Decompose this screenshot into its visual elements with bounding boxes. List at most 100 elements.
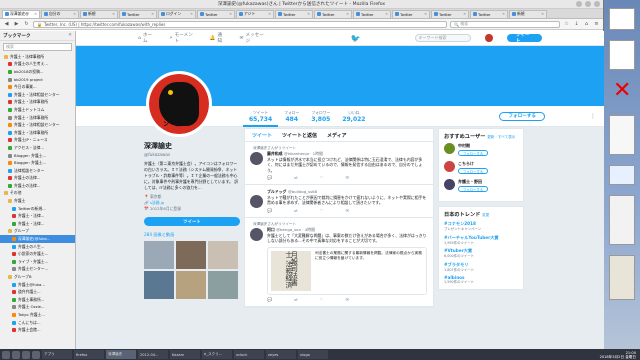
taskbar-task[interactable]: xlogo [298, 350, 328, 359]
bookmark-item[interactable]: bb2018の投稿... [0, 68, 75, 76]
taskbar-task[interactable]: アプリ [42, 350, 72, 359]
bookmark-item[interactable]: 弁護士の人生... [0, 243, 75, 251]
forward-arrow-icon[interactable]: ▶ [13, 21, 20, 28]
browser-tab[interactable]: Twitter ✕ [470, 9, 508, 18]
url-bar[interactable]: 🔒 Twitter, Inc. (US) | https://twitter.c… [33, 20, 447, 28]
bookmark-item[interactable]: 今日の事業... [0, 83, 75, 91]
desktop-window-thumb[interactable] [609, 115, 635, 155]
twitter-bird-icon[interactable]: 🐦 [351, 34, 361, 43]
bookmark-item[interactable]: 弁護士・法律... [0, 220, 75, 228]
window-titlebar[interactable]: 深澤諭史(@fukazawas)さん | Twitterから送信されたツイート … [0, 0, 603, 9]
sidebar-title[interactable]: ブックマーク [3, 33, 31, 39]
taskbar-task[interactable]: firefox [74, 350, 104, 359]
bookmark-item[interactable]: 弁護士の法律... [0, 182, 75, 190]
close-tab-icon[interactable]: ✕ [346, 12, 349, 16]
maximize-button[interactable] [585, 1, 591, 7]
profile-stat[interactable]: フォロワー 3,805 [305, 110, 336, 123]
follow-button[interactable]: フォローする [458, 150, 488, 156]
profile-handle[interactable]: @fukazawas [144, 152, 240, 157]
bookmark-item[interactable]: 弁護士・法律事務所 [0, 129, 75, 137]
clock[interactable]: 21:00 2018年3月2日 金曜日 [600, 351, 638, 359]
x-logo-icon[interactable]: ✕ [613, 78, 631, 103]
terminal-icon[interactable] [12, 350, 20, 359]
taskbar-task[interactable]: 2012-04... [138, 350, 168, 359]
bookmark-item[interactable]: 弁護士の人生考え... [0, 61, 75, 69]
home-icon[interactable]: ⌂ [583, 21, 590, 28]
bookmark-item[interactable]: 弁護士@fuka... [0, 281, 75, 289]
close-tab-icon[interactable]: ✕ [73, 12, 76, 16]
bookmark-item[interactable]: アクセス・法律... [0, 144, 75, 152]
browser-tab[interactable]: 新規 ✕ [509, 9, 547, 18]
taskbar-task[interactable]: e_スクリ... [202, 350, 232, 359]
like-icon[interactable]: ♡ [320, 297, 324, 302]
bookmark-folder[interactable]: グループ [0, 228, 75, 236]
bookmark-item[interactable]: 弁護士・法律事務所 [0, 99, 75, 107]
browser-tab[interactable]: 深澤諭史@ ✕ [2, 9, 40, 18]
profile-stat[interactable]: ツイート 65,734 [243, 106, 279, 127]
bookmark-item[interactable]: ライブ・弁護士... [0, 258, 75, 266]
browser-tab[interactable]: アジト ✕ [236, 9, 274, 18]
suggested-user-name[interactable]: こちらけ [458, 161, 488, 167]
tweet-to-button[interactable]: ツイート [144, 217, 240, 226]
nav-notifications[interactable]: 🔔 通知 [210, 32, 226, 44]
reply-icon[interactable]: 💬 [267, 208, 272, 213]
bookmark-item[interactable]: 弁護士センター... [0, 266, 75, 274]
close-tab-icon[interactable]: ✕ [424, 12, 427, 16]
desktop-window-thumb[interactable] [609, 165, 635, 185]
browser-tab[interactable]: Twitter ✕ [431, 9, 469, 18]
reply-icon[interactable]: 💬 [267, 297, 272, 302]
bookmark-item[interactable]: 深澤諭史(@fuka... [0, 235, 75, 243]
download-icon[interactable]: ↓ [573, 21, 580, 28]
bookmark-item[interactable]: 弁護士・法律... [0, 212, 75, 220]
bookmark-item[interactable]: Twitterの新規... [0, 205, 75, 213]
start-menu-icon[interactable] [2, 350, 10, 359]
suggested-user-name[interactable]: 弁護士・野田 [458, 179, 488, 185]
profile-avatar[interactable]: ン・ゴン [146, 71, 212, 137]
reload-icon[interactable]: ↻ [23, 21, 30, 28]
bookmark-item[interactable]: Blogger: 弁護士... [0, 152, 75, 160]
desktop-window-thumb[interactable] [609, 255, 635, 300]
bookmark-item[interactable]: Blogger: 弁護士... [0, 159, 75, 167]
taskbar-task[interactable]: 深澤諭史 [106, 350, 136, 359]
folder-icon[interactable] [22, 350, 30, 359]
close-button[interactable] [594, 1, 600, 7]
close-icon[interactable]: ✕ [68, 33, 72, 38]
avatar[interactable] [444, 143, 455, 154]
bookmark-item[interactable]: bb2019 project [0, 76, 75, 84]
bookmark-search-input[interactable]: 検索 [3, 43, 72, 51]
avatar[interactable] [250, 195, 263, 209]
twitter-search-input[interactable]: キーワード検索 [414, 34, 472, 42]
dm-icon[interactable]: ✉ [346, 297, 350, 302]
browser-tab[interactable]: Twitter ✕ [197, 9, 235, 18]
photo-thumb[interactable] [144, 241, 174, 269]
bookmark-item[interactable]: 弁護士会館... [0, 326, 75, 334]
close-tab-icon[interactable]: ✕ [463, 12, 466, 16]
avatar[interactable] [250, 228, 263, 242]
bookmark-star-icon[interactable]: ☆ [563, 21, 570, 28]
profile-stat[interactable]: いいね 29,022 [336, 110, 371, 123]
close-tab-icon[interactable]: ✕ [112, 12, 115, 16]
browser-icon[interactable] [32, 350, 40, 359]
browser-tab[interactable]: Twitter ✕ [119, 9, 157, 18]
follow-button[interactable]: フォローする [499, 111, 545, 121]
retweet-icon[interactable]: ⇄ [294, 208, 298, 213]
bookmark-item[interactable]: 法律相談センター [0, 167, 75, 175]
browser-search-input[interactable]: 🔍 検索 [450, 20, 560, 28]
tweet-button[interactable]: ツイート [506, 33, 542, 44]
bookmark-item[interactable]: 弁護士 Ozzie... [0, 304, 75, 312]
timeline-tab[interactable]: メディア [327, 132, 347, 139]
dm-icon[interactable]: ✉ [346, 175, 350, 180]
profile-name[interactable]: 深澤諭史 [144, 141, 240, 151]
photo-thumb[interactable] [208, 271, 238, 299]
more-icon[interactable]: ⋮ [590, 113, 596, 120]
taskbar-task[interactable]: xclock [234, 350, 264, 359]
browser-tab[interactable]: Twitter ✕ [275, 9, 313, 18]
bookmark-item[interactable]: Tokyo 弁護士... [0, 311, 75, 319]
tweet[interactable]: 深澤諭史さんがリツイート 藤井和成 @kikanhenjo · 1時間 ネットは情報… [245, 142, 433, 186]
nav-home[interactable]: ⌂ ホーム [138, 32, 155, 44]
bookmark-item[interactable]: 弁護士・法律相談センター [0, 121, 75, 129]
tweet[interactable]: 深澤諭史さんがリツイート 阿口 @bengo_san · 4時間 弁護士として「大変… [245, 218, 433, 308]
close-tab-icon[interactable]: ✕ [307, 12, 310, 16]
photo-thumb[interactable] [144, 271, 174, 299]
browser-tab[interactable]: Twitter ✕ [392, 9, 430, 18]
